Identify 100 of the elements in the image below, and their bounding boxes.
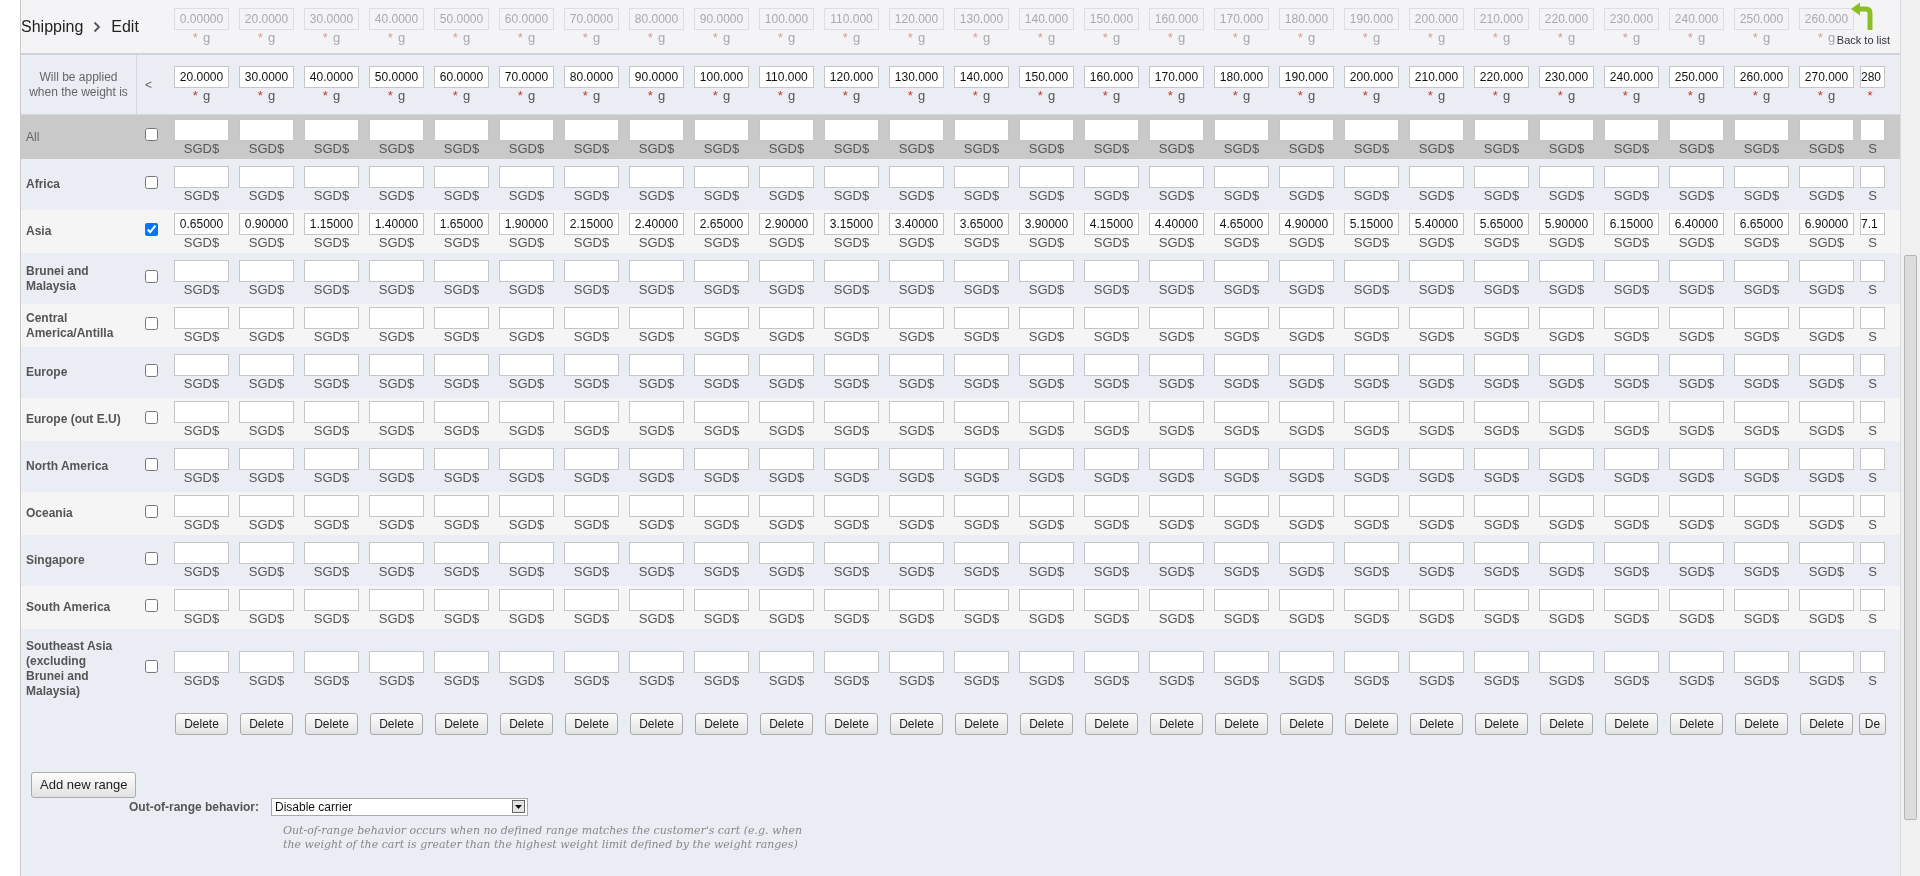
input-field[interactable]: 0.65000 [174, 213, 229, 235]
checkbox[interactable] [145, 598, 158, 612]
input-field[interactable] [1409, 166, 1464, 188]
input-field[interactable] [954, 650, 1009, 673]
input-field[interactable] [629, 118, 684, 141]
delete-button[interactable]: Delete [1410, 713, 1463, 735]
input-field[interactable] [434, 589, 489, 611]
input-field[interactable] [239, 354, 294, 376]
input-field[interactable]: 3.40000 [889, 213, 944, 235]
checkbox[interactable] [145, 316, 158, 330]
input-field[interactable] [1279, 118, 1334, 141]
input-field[interactable] [1734, 495, 1789, 517]
input-field[interactable] [1799, 260, 1854, 282]
input-field[interactable]: 180.000 [1214, 66, 1269, 88]
input-field[interactable] [1669, 260, 1724, 282]
input-field[interactable] [1799, 448, 1854, 470]
input-field[interactable] [759, 448, 814, 470]
input-field[interactable] [629, 542, 684, 564]
checkbox[interactable] [145, 269, 158, 283]
input-field[interactable] [434, 448, 489, 470]
input-field[interactable] [499, 401, 554, 423]
checkbox[interactable] [145, 128, 158, 141]
input-field[interactable] [954, 495, 1009, 517]
input-field[interactable]: 260.000 [1734, 66, 1789, 88]
input-field[interactable] [1474, 354, 1529, 376]
delete-button[interactable]: Delete [1345, 713, 1398, 735]
scrollbar[interactable] [1900, 0, 1920, 876]
input-field[interactable] [1084, 260, 1139, 282]
input-field[interactable] [694, 650, 749, 673]
delete-button[interactable]: Delete [1475, 713, 1528, 735]
checkbox[interactable] [145, 175, 158, 189]
input-field[interactable] [369, 166, 424, 188]
input-field[interactable] [1799, 542, 1854, 564]
input-field[interactable] [1734, 589, 1789, 611]
input-field[interactable] [1604, 650, 1659, 673]
input-field[interactable]: 190.000 [1279, 66, 1334, 88]
input-field[interactable] [889, 495, 944, 517]
input-field[interactable] [759, 495, 814, 517]
input-field[interactable] [824, 307, 879, 329]
input-field[interactable] [629, 166, 684, 188]
input-field[interactable] [239, 448, 294, 470]
input-field[interactable] [564, 166, 619, 188]
input-field[interactable] [1799, 495, 1854, 517]
input-field[interactable]: 5.40000 [1409, 213, 1464, 235]
input-field[interactable] [369, 307, 424, 329]
input-field[interactable] [1214, 118, 1269, 141]
input-field[interactable] [1734, 448, 1789, 470]
input-field[interactable] [434, 354, 489, 376]
input-field[interactable] [1214, 307, 1269, 329]
delete-button[interactable]: Delete [630, 713, 683, 735]
input-field[interactable]: 4.15000 [1084, 213, 1139, 235]
input-field[interactable] [1669, 166, 1724, 188]
input-field[interactable] [564, 495, 619, 517]
delete-button[interactable]: Delete [890, 713, 943, 735]
input-field[interactable] [1084, 118, 1139, 141]
input-field[interactable] [1214, 542, 1269, 564]
checkbox[interactable] [145, 551, 158, 565]
input-field[interactable] [954, 118, 1009, 141]
input-field[interactable] [304, 260, 359, 282]
input-field[interactable] [564, 542, 619, 564]
input-field[interactable] [434, 495, 489, 517]
input-field[interactable] [824, 542, 879, 564]
input-field[interactable] [1539, 589, 1594, 611]
input-field[interactable]: 6.65000 [1734, 213, 1789, 235]
input-field[interactable] [1019, 401, 1074, 423]
input-field[interactable] [1539, 307, 1594, 329]
input-field[interactable] [694, 589, 749, 611]
input-field[interactable]: 4.40000 [1149, 213, 1204, 235]
input-field[interactable] [1734, 401, 1789, 423]
input-field[interactable] [1539, 542, 1594, 564]
input-field[interactable] [1860, 448, 1885, 470]
input-field[interactable] [1409, 650, 1464, 673]
input-field[interactable] [1084, 650, 1139, 673]
input-field[interactable]: 280 [1860, 66, 1885, 88]
input-field[interactable] [1474, 448, 1529, 470]
input-field[interactable] [1539, 354, 1594, 376]
input-field[interactable] [1799, 354, 1854, 376]
delete-button[interactable]: Delete [1085, 713, 1138, 735]
input-field[interactable] [629, 495, 684, 517]
input-field[interactable] [239, 589, 294, 611]
input-field[interactable] [1084, 354, 1139, 376]
input-field[interactable] [824, 354, 879, 376]
input-field[interactable] [1409, 401, 1464, 423]
input-field[interactable] [1084, 589, 1139, 611]
input-field[interactable] [629, 307, 684, 329]
input-field[interactable]: 120.000 [824, 66, 879, 88]
input-field[interactable] [889, 542, 944, 564]
input-field[interactable] [1149, 166, 1204, 188]
input-field[interactable] [1344, 354, 1399, 376]
input-field[interactable] [1539, 448, 1594, 470]
input-field[interactable] [434, 401, 489, 423]
input-field[interactable] [1539, 495, 1594, 517]
input-field[interactable] [499, 166, 554, 188]
input-field[interactable] [1149, 401, 1204, 423]
input-field[interactable] [954, 542, 1009, 564]
input-field[interactable]: 50.0000 [369, 66, 424, 88]
input-field[interactable] [239, 401, 294, 423]
input-field[interactable] [239, 307, 294, 329]
input-field[interactable]: 7.1 [1860, 213, 1885, 235]
delete-button[interactable]: Delete [1670, 713, 1723, 735]
